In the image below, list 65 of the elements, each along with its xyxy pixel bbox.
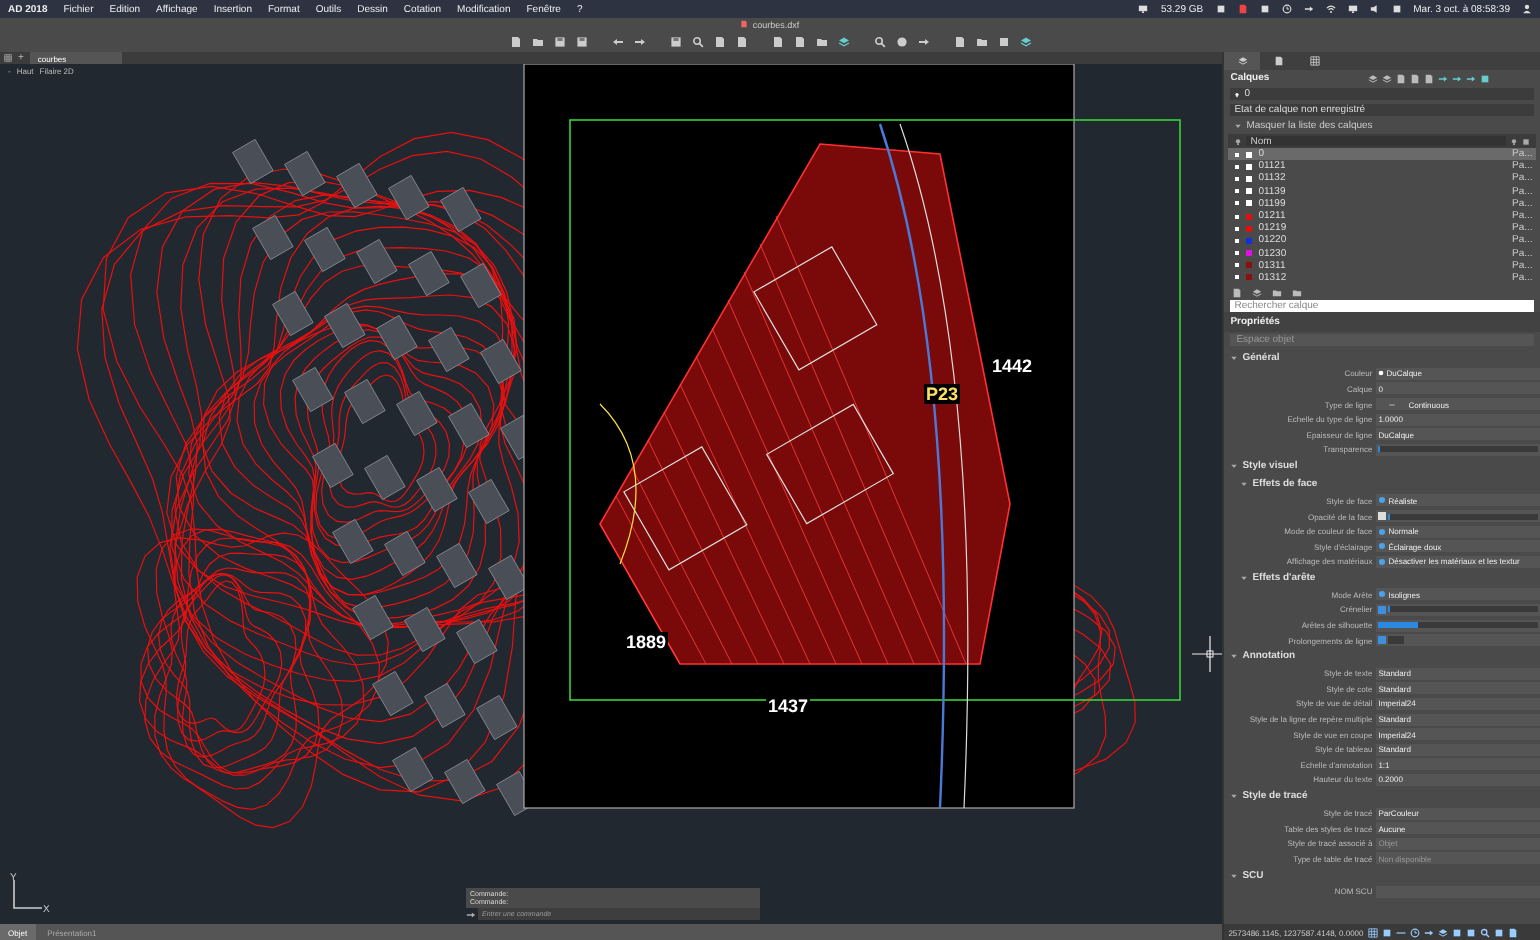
- style-icon: [1378, 496, 1387, 505]
- property-value[interactable]: [1376, 634, 1540, 647]
- style-icon: [1378, 590, 1387, 599]
- checkbox[interactable]: [1378, 636, 1387, 645]
- panel-tab[interactable]: [1224, 52, 1261, 70]
- layers-icon: [1237, 56, 1248, 66]
- square-icon[interactable]: [1493, 927, 1504, 937]
- wifi-icon[interactable]: [1325, 4, 1336, 14]
- document-icon[interactable]: [953, 35, 965, 47]
- plot-label: 1889: [624, 632, 669, 652]
- caret-icon[interactable]: [1230, 652, 1239, 661]
- length-field[interactable]: [1388, 636, 1405, 645]
- undo-icon[interactable]: [611, 35, 623, 47]
- document-icon[interactable]: [1507, 927, 1518, 937]
- status-square-icon[interactable]: [1215, 4, 1226, 14]
- status-square-icon[interactable]: [1259, 4, 1270, 14]
- caret-icon[interactable]: [1240, 574, 1249, 583]
- user-icon[interactable]: [1522, 4, 1532, 14]
- checkbox[interactable]: [1378, 512, 1387, 521]
- folder-icon[interactable]: [531, 35, 543, 47]
- square-icon[interactable]: [1381, 927, 1392, 937]
- doc-icon: [1273, 56, 1284, 66]
- layers-icon[interactable]: [837, 35, 849, 47]
- document-icon[interactable]: [1237, 4, 1248, 14]
- caret-icon[interactable]: [1230, 792, 1239, 801]
- arrow-icon[interactable]: [1423, 927, 1434, 937]
- zoom-icon[interactable]: [873, 35, 885, 47]
- zoom-icon[interactable]: [691, 35, 703, 47]
- crosshair-icon: [1192, 636, 1223, 672]
- plot-label: 1442: [990, 356, 1035, 376]
- layers-icon[interactable]: [1019, 35, 1031, 47]
- status-square-icon[interactable]: [1391, 4, 1402, 14]
- command-icon[interactable]: [466, 909, 476, 919]
- caret-icon[interactable]: [1230, 462, 1239, 471]
- caret-icon[interactable]: [1240, 480, 1249, 489]
- layers-icon[interactable]: [1368, 73, 1378, 83]
- document-icon[interactable]: [509, 35, 521, 47]
- plot-label: P23: [924, 384, 961, 404]
- line-icon[interactable]: [1395, 927, 1406, 937]
- clock-icon[interactable]: [1281, 4, 1292, 14]
- layers-icon[interactable]: [1382, 73, 1392, 83]
- display-icon[interactable]: [1347, 4, 1358, 14]
- checkbox[interactable]: [1378, 605, 1387, 614]
- dot-icon: [1378, 370, 1385, 377]
- grid-icon[interactable]: [1367, 927, 1378, 937]
- redo-icon[interactable]: [633, 35, 645, 47]
- folder-icon[interactable]: [815, 35, 827, 47]
- layers-icon[interactable]: [1252, 287, 1263, 298]
- clock-icon[interactable]: [1409, 927, 1420, 937]
- caret-icon[interactable]: [1230, 353, 1239, 362]
- folder-icon[interactable]: [975, 35, 987, 47]
- square-icon[interactable]: [997, 35, 1009, 47]
- sphere-icon[interactable]: [895, 35, 907, 47]
- layers-icon[interactable]: [1437, 927, 1448, 937]
- arrow-icon[interactable]: [1303, 4, 1314, 14]
- redo-icon[interactable]: [917, 35, 929, 47]
- caret-icon[interactable]: [1230, 871, 1239, 880]
- zoom-icon[interactable]: [1479, 927, 1490, 937]
- property-value[interactable]: [1376, 603, 1540, 616]
- square-icon[interactable]: [1465, 927, 1476, 937]
- grid-icon: [1309, 56, 1320, 66]
- plot-label: 1437: [766, 696, 811, 716]
- square-icon[interactable]: [1451, 927, 1462, 937]
- property-value[interactable]: [1376, 510, 1540, 523]
- speaker-icon[interactable]: [1369, 4, 1380, 14]
